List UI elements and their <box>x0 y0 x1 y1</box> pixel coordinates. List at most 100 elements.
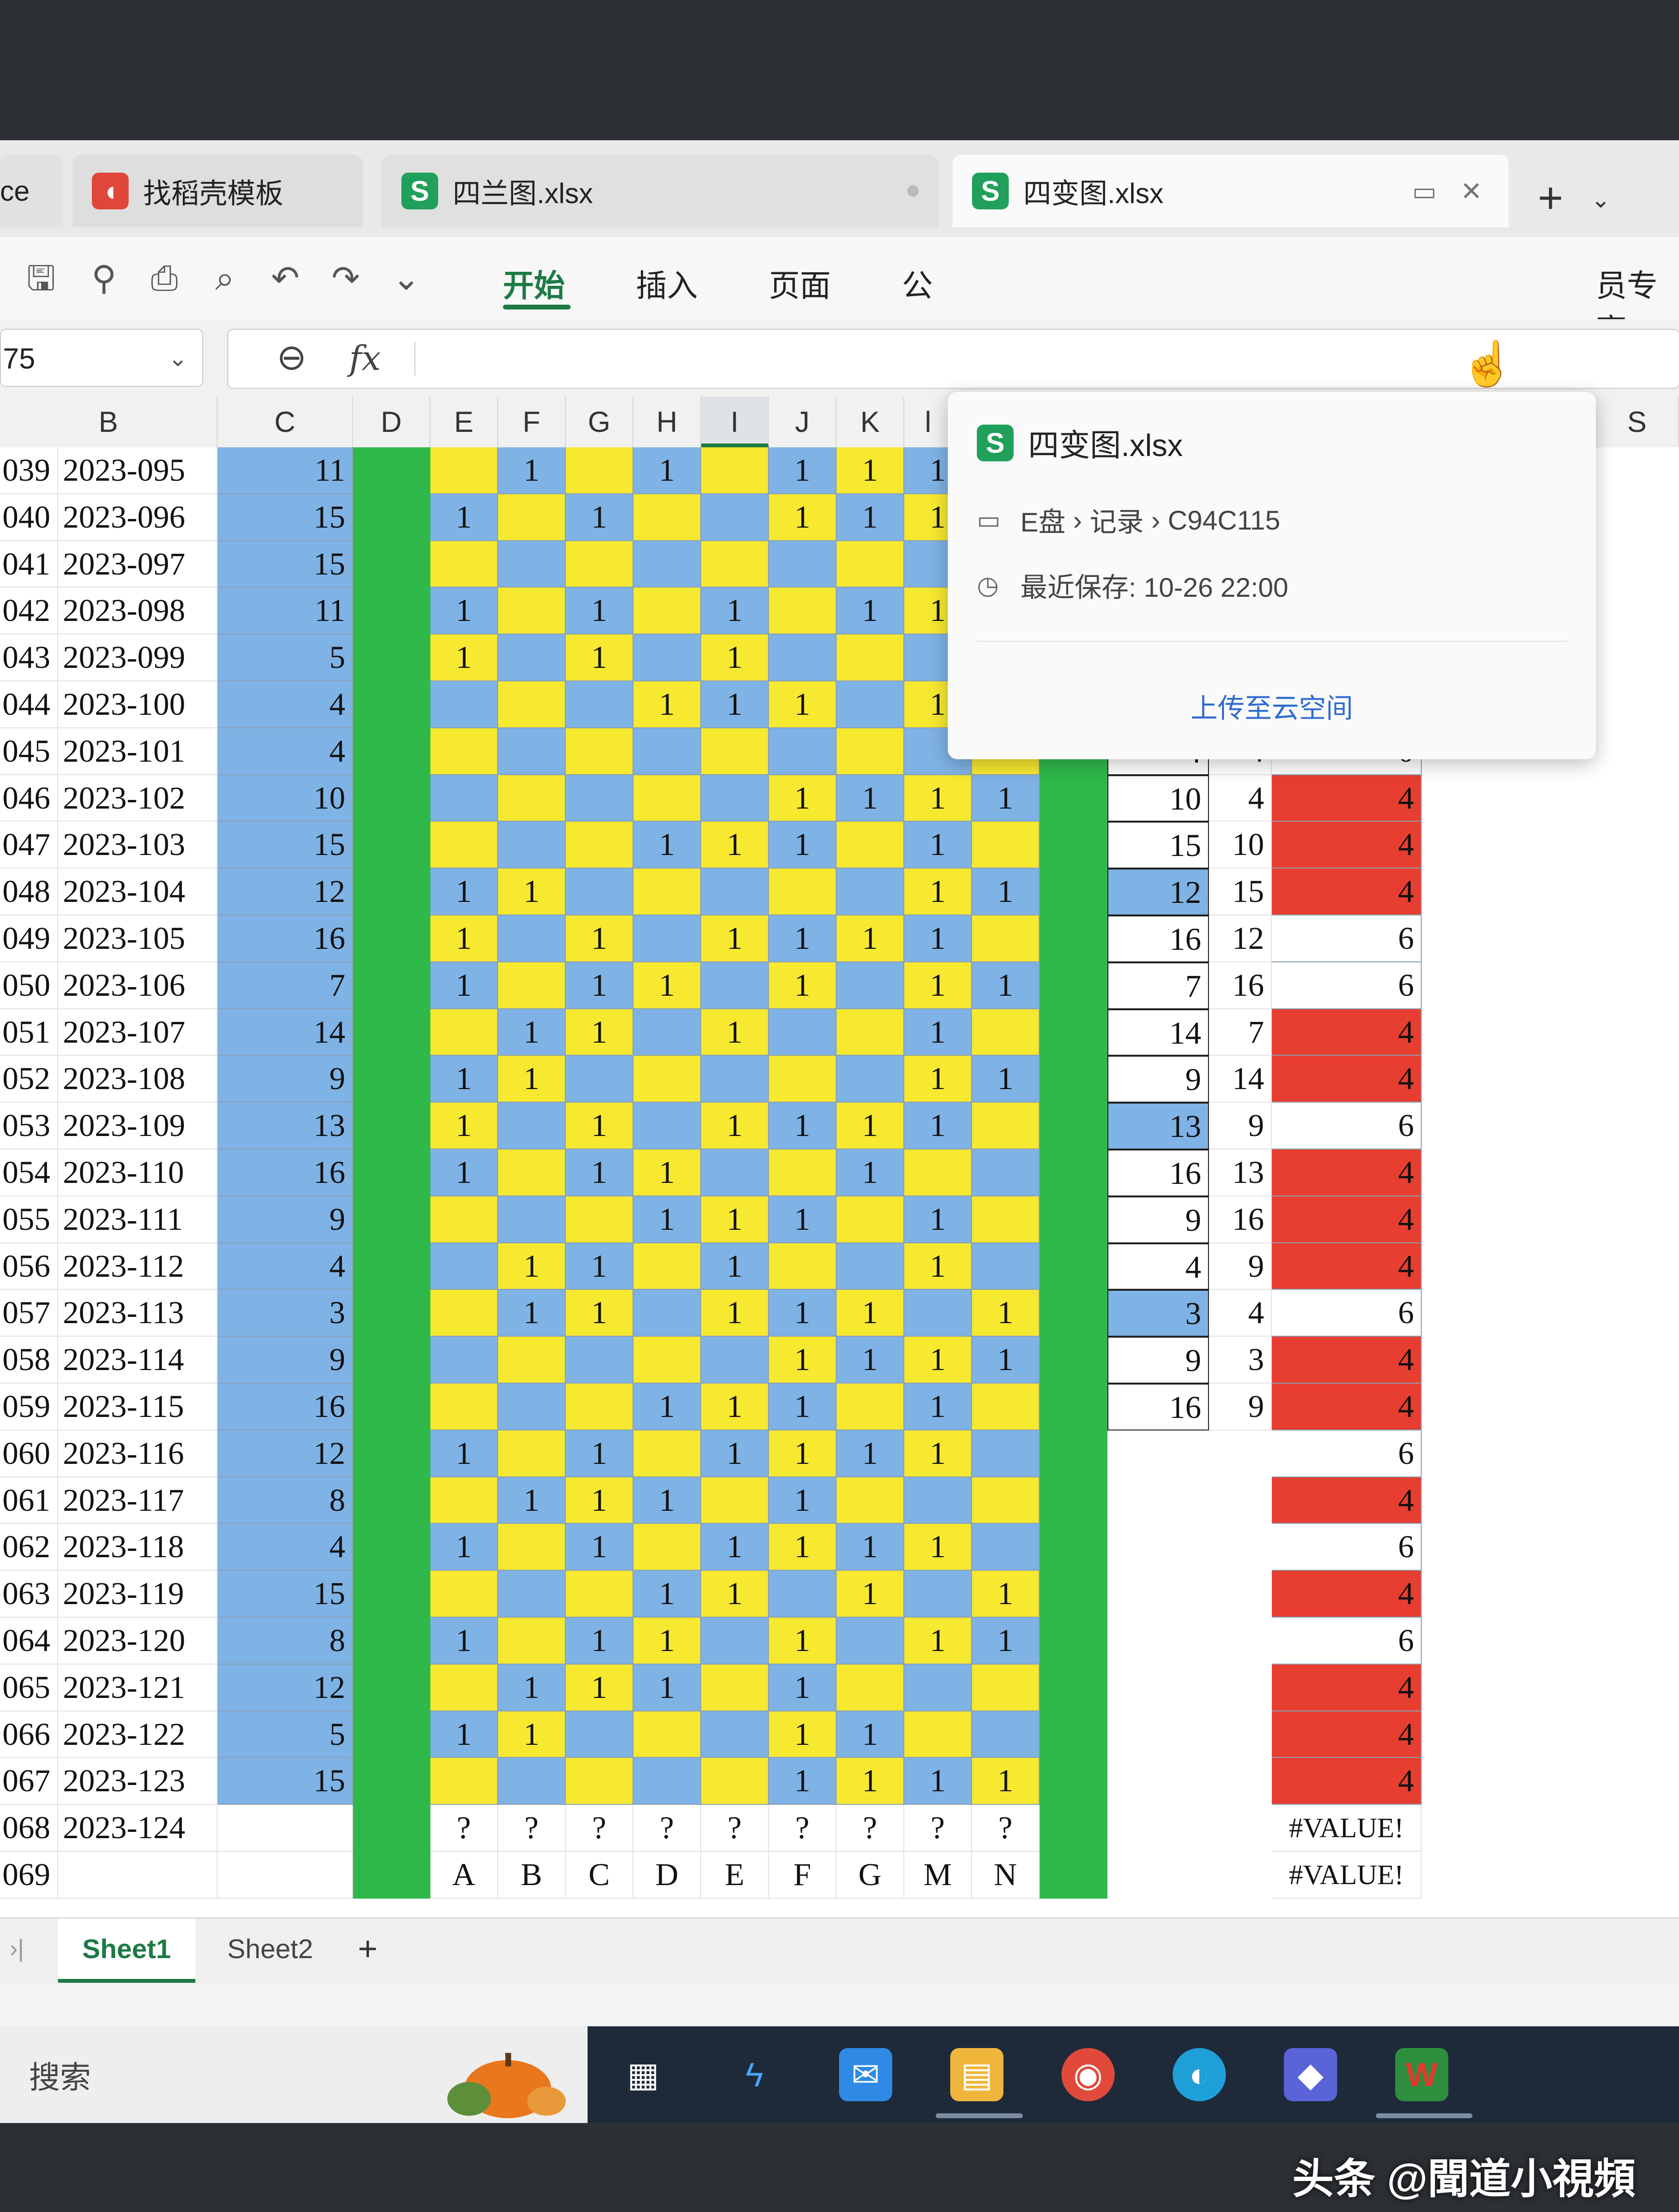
chevron-down-icon[interactable]: ⌄ <box>168 330 188 388</box>
grid-cell[interactable] <box>498 962 566 1009</box>
grid-cell[interactable]: 1 <box>633 1477 701 1524</box>
cell-c[interactable]: 15 <box>218 494 353 541</box>
grid-cell[interactable] <box>769 1009 837 1056</box>
menu-home[interactable]: 开始 <box>503 261 565 306</box>
zoom-lookup-icon[interactable]: ⊖ <box>277 337 307 378</box>
grid-cell[interactable]: ? <box>769 1805 837 1852</box>
menu-page[interactable]: 页面 <box>769 261 831 306</box>
grid-cell[interactable] <box>633 541 701 588</box>
cell-a[interactable]: 045 <box>0 728 58 775</box>
file-explorer-icon[interactable]: ▤ <box>950 2048 1003 2101</box>
grid-cell[interactable]: 1 <box>566 915 633 962</box>
grid-cell[interactable]: ? <box>904 1805 972 1852</box>
mail-icon[interactable]: ✉ <box>839 2048 892 2101</box>
grid-cell[interactable]: 1 <box>972 1571 1040 1618</box>
grid-cell[interactable] <box>430 1243 498 1290</box>
grid-cell[interactable] <box>430 775 498 822</box>
cell-d-separator[interactable] <box>353 1711 430 1758</box>
grid-cell[interactable] <box>498 1430 566 1477</box>
grid-cell[interactable] <box>904 1477 972 1524</box>
cell-value-current[interactable]: 16 <box>1107 1150 1209 1196</box>
cell-value-previous[interactable]: 14 <box>1209 1056 1272 1103</box>
cell-c[interactable]: 13 <box>218 1103 353 1150</box>
grid-cell[interactable]: 1 <box>769 1103 837 1150</box>
cell-a[interactable]: 041 <box>0 541 58 588</box>
grid-cell[interactable] <box>837 1618 904 1665</box>
grid-cell[interactable] <box>430 1290 498 1337</box>
grid-cell[interactable] <box>769 869 837 915</box>
cell-d-separator[interactable] <box>353 728 430 775</box>
copilot-icon[interactable]: ◆ <box>1284 2048 1337 2101</box>
cell-d-separator[interactable] <box>353 1056 430 1103</box>
cell-d-separator[interactable] <box>353 1384 430 1430</box>
grid-cell[interactable] <box>837 541 904 588</box>
cell-difference[interactable]: 6 <box>1272 962 1422 1009</box>
grid-cell[interactable]: 1 <box>498 1711 566 1758</box>
cell-green-separator[interactable] <box>1040 1571 1107 1618</box>
grid-cell[interactable]: 1 <box>566 1477 633 1524</box>
grid-cell[interactable]: 1 <box>972 869 1040 915</box>
cell-c[interactable]: 4 <box>218 1524 353 1571</box>
cell-value-previous[interactable]: 4 <box>1209 775 1272 822</box>
cell-b[interactable]: 2023-101 <box>58 728 218 775</box>
grid-cell[interactable]: 1 <box>769 1477 837 1524</box>
cell-b[interactable]: 2023-112 <box>58 1243 218 1290</box>
grid-cell[interactable]: 1 <box>430 1056 498 1103</box>
print-preview-icon[interactable]: ⌕ <box>203 256 247 300</box>
grid-cell[interactable] <box>498 1524 566 1571</box>
grid-cell[interactable] <box>430 1477 498 1524</box>
grid-cell[interactable]: 1 <box>904 915 972 962</box>
grid-cell[interactable]: 1 <box>430 962 498 1009</box>
column-header-j[interactable]: J <box>769 397 837 447</box>
grid-cell[interactable] <box>837 822 904 869</box>
grid-cell[interactable]: 1 <box>566 1290 633 1337</box>
grid-cell[interactable] <box>498 1618 566 1665</box>
cell-green-separator[interactable] <box>1040 1618 1107 1665</box>
grid-cell[interactable]: 1 <box>633 1150 701 1196</box>
cell-a[interactable]: 042 <box>0 588 58 635</box>
grid-cell[interactable]: 1 <box>972 775 1040 822</box>
grid-cell[interactable]: 1 <box>566 494 633 541</box>
grid-cell[interactable]: 1 <box>837 1430 904 1477</box>
grid-cell[interactable] <box>972 1150 1040 1196</box>
grid-cell[interactable]: ? <box>430 1805 498 1852</box>
taskbar-search[interactable]: 搜索 <box>0 2026 588 2123</box>
cell-green-separator[interactable] <box>1040 1852 1107 1899</box>
app-bolt-icon[interactable]: ϟ <box>728 2048 781 2101</box>
grid-cell[interactable] <box>837 1243 904 1290</box>
cell-d-separator[interactable] <box>353 1852 430 1899</box>
grid-cell[interactable]: 1 <box>701 681 769 728</box>
cell-value-current[interactable]: 10 <box>1107 775 1209 822</box>
grid-cell[interactable]: 1 <box>904 1103 972 1150</box>
cell-value-previous[interactable]: 9 <box>1209 1103 1272 1150</box>
grid-cell[interactable]: 1 <box>701 1571 769 1618</box>
cell-green-separator[interactable] <box>1040 1056 1107 1103</box>
grid-cell[interactable]: 1 <box>430 915 498 962</box>
grid-cell[interactable]: 1 <box>566 1524 633 1571</box>
grid-cell[interactable]: 1 <box>972 1290 1040 1337</box>
cell-c[interactable]: 10 <box>218 775 353 822</box>
column-header-h[interactable]: H <box>633 397 701 447</box>
cell-d-separator[interactable] <box>353 1337 430 1384</box>
grid-cell[interactable] <box>701 1664 769 1711</box>
grid-cell[interactable] <box>633 494 701 541</box>
cell-c[interactable]: 8 <box>218 1477 353 1524</box>
cell-a[interactable]: 068 <box>0 1805 58 1852</box>
cell-green-separator[interactable] <box>1040 962 1107 1009</box>
grid-cell[interactable]: 1 <box>769 1290 837 1337</box>
cell-d-separator[interactable] <box>353 775 430 822</box>
grid-cell[interactable]: 1 <box>633 822 701 869</box>
grid-cell[interactable] <box>769 1150 837 1196</box>
chevron-down-icon[interactable]: ⌄ <box>1591 186 1610 213</box>
grid-cell[interactable] <box>498 588 566 635</box>
cell-green-separator[interactable] <box>1040 1103 1107 1150</box>
grid-cell[interactable]: 1 <box>769 1384 837 1430</box>
cell-c[interactable] <box>218 1805 353 1852</box>
cell-d-separator[interactable] <box>353 541 430 588</box>
grid-cell[interactable] <box>566 447 633 494</box>
cell-c[interactable]: 12 <box>218 1664 353 1711</box>
grid-cell[interactable]: 1 <box>972 1337 1040 1384</box>
grid-cell[interactable]: 1 <box>701 1290 769 1337</box>
cell-green-separator[interactable] <box>1040 822 1107 869</box>
task-view-icon[interactable]: ▦ <box>617 2048 670 2101</box>
